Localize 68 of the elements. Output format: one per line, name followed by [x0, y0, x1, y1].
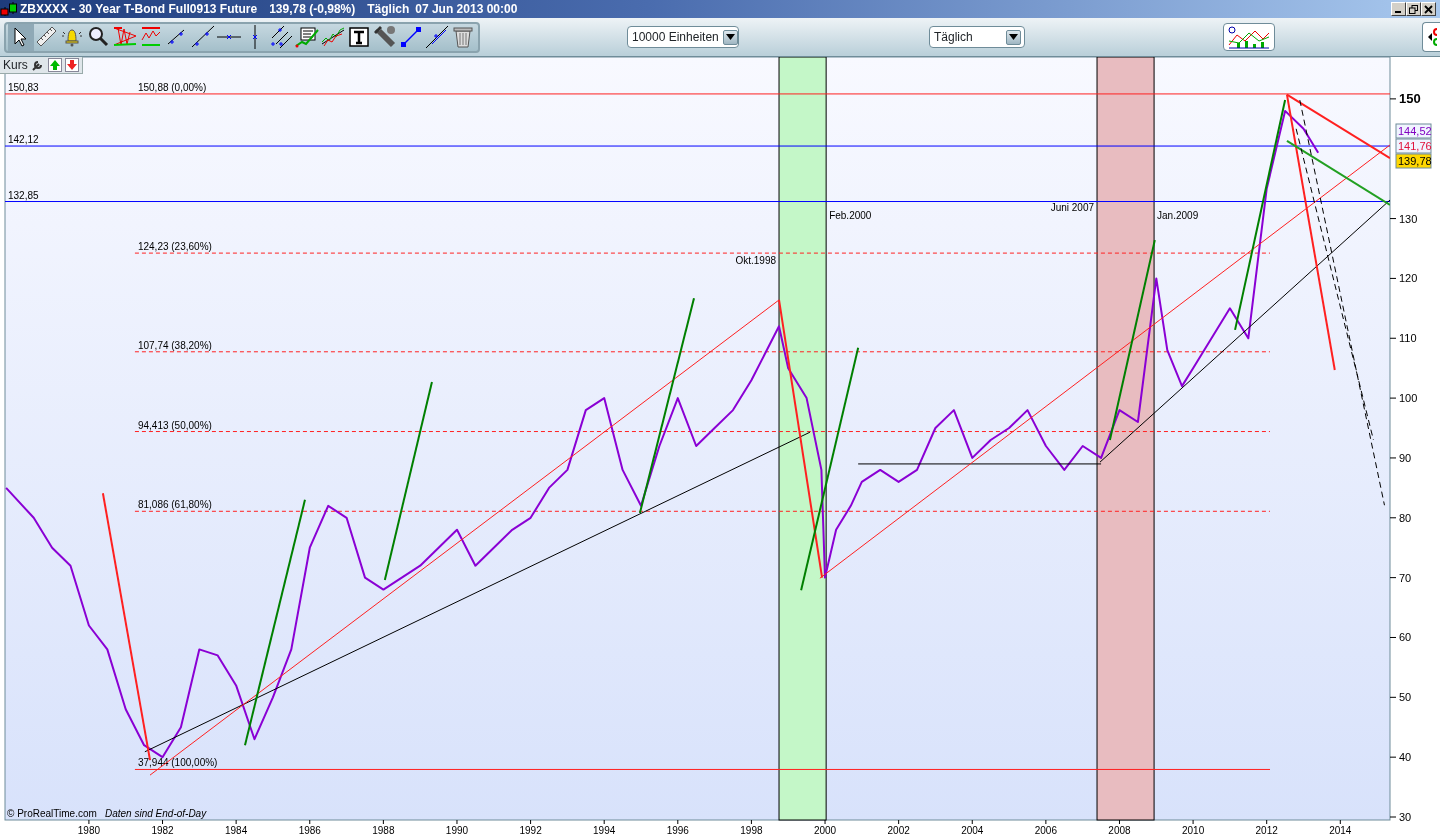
level-label: 142,12	[8, 134, 39, 146]
arrow-down-icon[interactable]	[64, 58, 79, 72]
price-axis-label: 70	[1399, 571, 1412, 584]
time-axis-label: 2000	[813, 825, 837, 836]
time-axis-label: 2002	[887, 825, 910, 836]
level-label: 81,086 (61,80%)	[137, 499, 212, 511]
long-line-icon[interactable]	[190, 24, 216, 50]
level-label: 150,88 (0,00%)	[137, 81, 207, 93]
time-axis-label: 2004	[961, 825, 984, 836]
time-axis-label: 2008	[1108, 825, 1131, 836]
time-axis-label: 1992	[519, 825, 542, 836]
price-axis-label: 60	[1399, 631, 1412, 644]
panel-label: Kurs	[3, 57, 28, 74]
price-axis-label: 130	[1399, 212, 1418, 225]
caret-icon[interactable]	[1009, 34, 1018, 40]
price-axis-label: 100	[1399, 392, 1418, 405]
regression-chart-icon[interactable]	[294, 24, 320, 50]
time-axis-label: 1990	[445, 825, 469, 836]
level-label: 124,23 (23,60%)	[137, 241, 212, 253]
price-axis-label: 40	[1399, 751, 1412, 764]
event-label: Feb.2000	[829, 210, 872, 222]
time-axis-label: 2006	[1034, 825, 1057, 836]
level-label: 132,85	[8, 189, 39, 201]
candlestick-icon	[0, 1, 18, 17]
tools-icon[interactable]	[372, 24, 398, 50]
time-axis-label: 1998	[740, 825, 763, 836]
price-axis-label: 50	[1399, 691, 1412, 704]
date-text: 07 Jun 2013 00:00	[415, 1, 518, 18]
time-axis-label: 2014	[1329, 825, 1352, 836]
parallel-lines-icon[interactable]	[268, 24, 294, 50]
level-label: 150,83	[8, 81, 39, 93]
price-tag: 144,52	[1395, 123, 1432, 139]
time-axis-label: 2012	[1255, 825, 1278, 836]
period-text: Täglich	[367, 1, 410, 18]
price-tag: 141,76	[1395, 138, 1432, 154]
price-axis-label: 30	[1399, 811, 1412, 823]
window-title: ZBXXXX - 30 Year T-Bond Full0913 Future	[20, 1, 258, 18]
units-dropdown[interactable]: 10000 Einheiten	[627, 26, 739, 48]
arrow-line-icon[interactable]	[398, 24, 424, 50]
text-tool-icon[interactable]	[346, 24, 372, 50]
copyright-text: © ProRealTime.com	[7, 808, 97, 819]
event-label: Juni 2007	[1050, 202, 1095, 214]
price-axis-label: 90	[1399, 451, 1412, 464]
time-axis-label: 1984	[225, 825, 248, 836]
time-axis-label: 1988	[372, 825, 395, 836]
price-axis-label: 80	[1399, 511, 1412, 524]
time-axis-label: 1980	[77, 825, 101, 836]
level-label: 94,413 (50,00%)	[137, 419, 212, 431]
quote-text: 139,78 (-0,98%)	[269, 1, 356, 18]
time-axis-label: 2010	[1181, 825, 1205, 836]
crossed-line-icon[interactable]	[424, 24, 450, 50]
time-axis-label: 1996	[666, 825, 689, 836]
level-label: 37,944 (100,00%)	[137, 757, 218, 769]
price-axis-label: 120	[1399, 272, 1418, 285]
price-axis-label: 110	[1399, 332, 1417, 345]
period-dropdown[interactable]: Täglich	[929, 26, 1025, 48]
time-axis-label: 1986	[298, 825, 321, 836]
time-axis-label: 1994	[593, 825, 616, 836]
time-axis-label: 1982	[151, 825, 174, 836]
caret-icon[interactable]	[725, 34, 735, 40]
price-tag: 139,78	[1395, 153, 1432, 169]
price-axis-label: 150	[1399, 90, 1421, 106]
level-label: 107,74 (38,20%)	[137, 339, 212, 351]
event-label: Jan.2009	[1157, 210, 1199, 222]
data-note: Daten sind End-of-Day	[105, 808, 207, 819]
wrench-icon[interactable]	[30, 58, 45, 72]
trash-icon[interactable]	[450, 24, 476, 50]
event-label: Okt.1998	[735, 255, 776, 267]
